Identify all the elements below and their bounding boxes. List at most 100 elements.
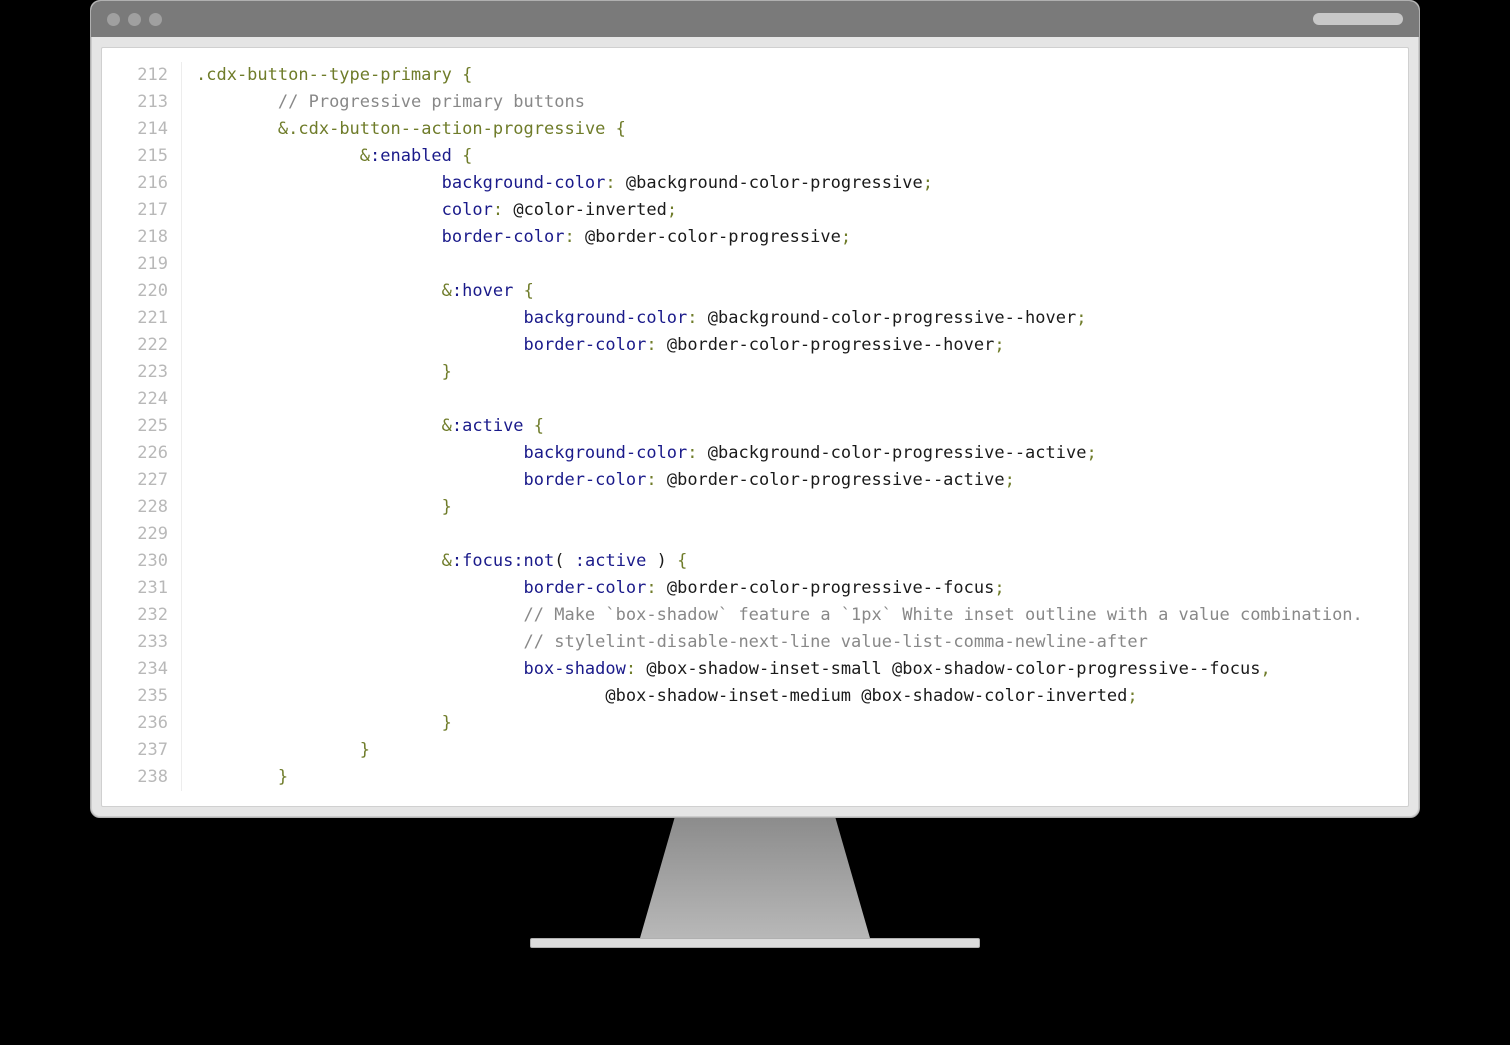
token-prop: color bbox=[442, 200, 493, 220]
line-content[interactable]: .cdx-button--type-primary { bbox=[182, 62, 472, 89]
line-content[interactable]: } bbox=[182, 764, 288, 791]
token-amp: & bbox=[442, 416, 452, 436]
token-sel: .cdx-button--type-primary bbox=[196, 65, 452, 85]
code-line[interactable]: 234 box-shadow: @box-shadow-inset-small … bbox=[102, 656, 1408, 683]
line-content[interactable]: // stylelint-disable-next-line value-lis… bbox=[182, 629, 1148, 656]
token-plain bbox=[616, 173, 626, 193]
code-line[interactable]: 231 border-color: @border-color-progress… bbox=[102, 575, 1408, 602]
code-line[interactable]: 215 &:enabled { bbox=[102, 143, 1408, 170]
code-line[interactable]: 219 bbox=[102, 251, 1408, 278]
monitor-frame: 212.cdx-button--type-primary {213 // Pro… bbox=[90, 0, 1420, 818]
token-punct: ; bbox=[1005, 470, 1015, 490]
token-punct: : bbox=[605, 173, 615, 193]
code-line[interactable]: 232 // Make `box-shadow` feature a `1px`… bbox=[102, 602, 1408, 629]
code-line[interactable]: 218 border-color: @border-color-progress… bbox=[102, 224, 1408, 251]
token-punct: { bbox=[462, 65, 472, 85]
token-plain bbox=[851, 686, 861, 706]
line-number: 234 bbox=[102, 656, 182, 683]
window-titlebar bbox=[91, 1, 1419, 37]
code-line[interactable]: 213 // Progressive primary buttons bbox=[102, 89, 1408, 116]
line-content[interactable]: border-color: @border-color-progressive-… bbox=[182, 575, 1005, 602]
line-number: 219 bbox=[102, 251, 182, 278]
code-line[interactable]: 214 &.cdx-button--action-progressive { bbox=[102, 116, 1408, 143]
code-line[interactable]: 217 color: @color-inverted; bbox=[102, 197, 1408, 224]
token-comment: // stylelint-disable-next-line value-lis… bbox=[524, 632, 1148, 652]
traffic-lights bbox=[107, 13, 162, 26]
code-line[interactable]: 224 bbox=[102, 386, 1408, 413]
line-content[interactable]: color: @color-inverted; bbox=[182, 197, 677, 224]
token-plain: ) bbox=[646, 551, 677, 571]
token-prop: border-color bbox=[524, 578, 647, 598]
line-content[interactable]: box-shadow: @box-shadow-inset-small @box… bbox=[182, 656, 1271, 683]
line-content[interactable]: } bbox=[182, 494, 452, 521]
line-content[interactable]: // Make `box-shadow` feature a `1px` Whi… bbox=[182, 602, 1363, 629]
line-content[interactable]: @box-shadow-inset-medium @box-shadow-col… bbox=[182, 683, 1138, 710]
line-content[interactable]: background-color: @background-color-prog… bbox=[182, 440, 1097, 467]
code-line[interactable]: 227 border-color: @border-color-progress… bbox=[102, 467, 1408, 494]
code-line[interactable]: 226 background-color: @background-color-… bbox=[102, 440, 1408, 467]
token-var: @border-color-progressive--focus bbox=[667, 578, 995, 598]
code-line[interactable]: 236 } bbox=[102, 710, 1408, 737]
code-line[interactable]: 216 background-color: @background-color-… bbox=[102, 170, 1408, 197]
token-pseudo: :hover bbox=[452, 281, 513, 301]
token-plain bbox=[698, 443, 708, 463]
code-line[interactable]: 212.cdx-button--type-primary { bbox=[102, 62, 1408, 89]
token-var: @box-shadow-color-progressive--focus bbox=[892, 659, 1260, 679]
token-plain bbox=[657, 470, 667, 490]
line-content[interactable]: } bbox=[182, 359, 452, 386]
line-content[interactable]: &.cdx-button--action-progressive { bbox=[182, 116, 626, 143]
code-line[interactable]: 229 bbox=[102, 521, 1408, 548]
line-content[interactable]: border-color: @border-color-progressive; bbox=[182, 224, 851, 251]
line-number: 237 bbox=[102, 737, 182, 764]
line-content[interactable]: border-color: @border-color-progressive-… bbox=[182, 332, 1005, 359]
line-content[interactable]: background-color: @background-color-prog… bbox=[182, 305, 1087, 332]
code-line[interactable]: 222 border-color: @border-color-progress… bbox=[102, 332, 1408, 359]
token-punct: ; bbox=[1086, 443, 1096, 463]
line-content[interactable]: border-color: @border-color-progressive-… bbox=[182, 467, 1015, 494]
token-plain bbox=[452, 65, 462, 85]
code-line[interactable]: 230 &:focus:not( :active ) { bbox=[102, 548, 1408, 575]
line-content[interactable]: &:enabled { bbox=[182, 143, 472, 170]
line-content[interactable]: &:active { bbox=[182, 413, 544, 440]
code-line[interactable]: 237 } bbox=[102, 737, 1408, 764]
line-number: 215 bbox=[102, 143, 182, 170]
token-punct: } bbox=[442, 713, 452, 733]
code-line[interactable]: 223 } bbox=[102, 359, 1408, 386]
monitor-stand-base bbox=[530, 938, 980, 948]
maximize-icon[interactable] bbox=[149, 13, 162, 26]
token-punct: { bbox=[462, 146, 472, 166]
token-pseudo: :active bbox=[452, 416, 524, 436]
code-line[interactable]: 220 &:hover { bbox=[102, 278, 1408, 305]
token-punct: : bbox=[687, 443, 697, 463]
close-icon[interactable] bbox=[107, 13, 120, 26]
code-editor[interactable]: 212.cdx-button--type-primary {213 // Pro… bbox=[101, 47, 1409, 807]
line-content[interactable]: } bbox=[182, 710, 452, 737]
line-content[interactable]: } bbox=[182, 737, 370, 764]
code-line[interactable]: 233 // stylelint-disable-next-line value… bbox=[102, 629, 1408, 656]
token-punct: } bbox=[442, 362, 452, 382]
line-number: 223 bbox=[102, 359, 182, 386]
token-amp: & bbox=[278, 119, 288, 139]
line-content[interactable]: &:hover { bbox=[182, 278, 534, 305]
token-var: @border-color-progressive--hover bbox=[667, 335, 995, 355]
line-number: 227 bbox=[102, 467, 182, 494]
line-content[interactable]: // Progressive primary buttons bbox=[182, 89, 585, 116]
minimize-icon[interactable] bbox=[128, 13, 141, 26]
token-punct: : bbox=[646, 335, 656, 355]
code-line[interactable]: 225 &:active { bbox=[102, 413, 1408, 440]
line-content[interactable]: &:focus:not( :active ) { bbox=[182, 548, 687, 575]
code-line[interactable]: 221 background-color: @background-color-… bbox=[102, 305, 1408, 332]
line-number: 235 bbox=[102, 683, 182, 710]
code-line[interactable]: 235 @box-shadow-inset-medium @box-shadow… bbox=[102, 683, 1408, 710]
token-plain bbox=[657, 335, 667, 355]
token-prop: border-color bbox=[524, 470, 647, 490]
code-line[interactable]: 238 } bbox=[102, 764, 1408, 791]
token-var: @border-color-progressive bbox=[585, 227, 841, 247]
code-line[interactable]: 228 } bbox=[102, 494, 1408, 521]
token-plain bbox=[657, 578, 667, 598]
token-var: @background-color-progressive--hover bbox=[708, 308, 1076, 328]
line-number: 231 bbox=[102, 575, 182, 602]
token-plain bbox=[503, 200, 513, 220]
line-content[interactable]: background-color: @background-color-prog… bbox=[182, 170, 933, 197]
token-plain bbox=[524, 416, 534, 436]
